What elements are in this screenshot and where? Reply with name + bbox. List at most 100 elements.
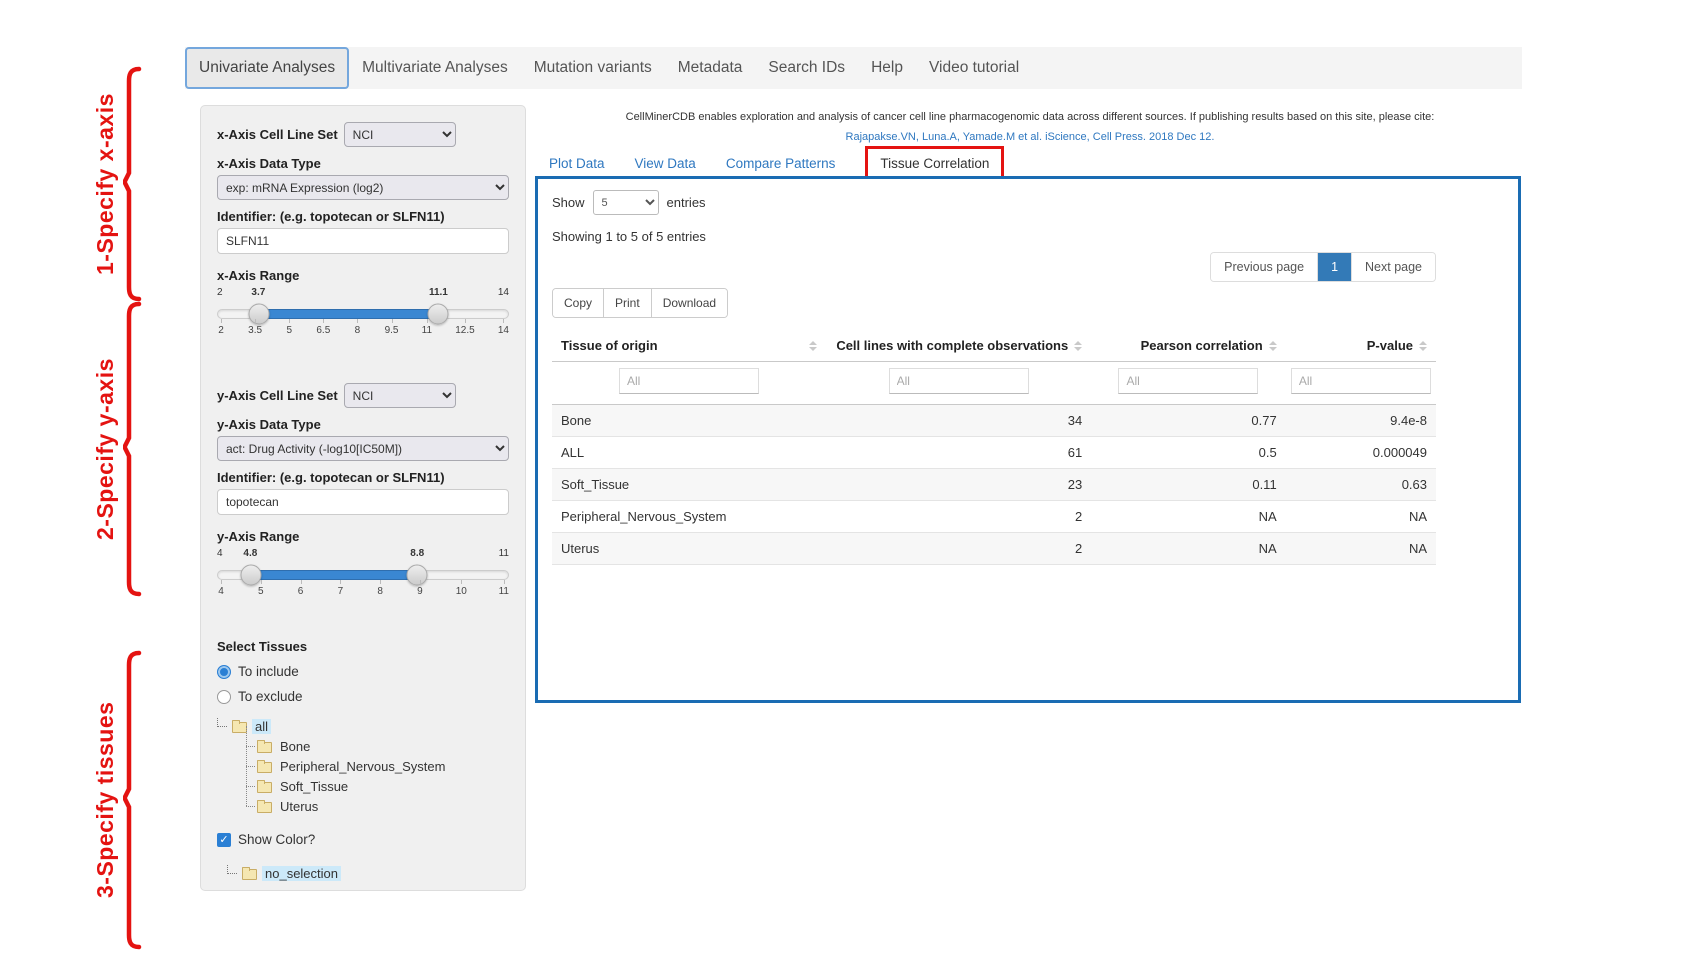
copy-button[interactable]: Copy xyxy=(553,289,604,317)
table-row[interactable]: Peripheral_Nervous_System2NANA xyxy=(552,501,1436,533)
to-include-label: To include xyxy=(238,664,299,679)
print-button[interactable]: Print xyxy=(604,289,652,317)
table-cell: 0.77 xyxy=(1091,405,1285,437)
column-header-p-value[interactable]: P-value xyxy=(1286,330,1436,362)
column-filter-input-pearson-correlation[interactable] xyxy=(1118,368,1258,394)
slider-track[interactable] xyxy=(217,309,509,319)
tree-node-no-selection[interactable]: no_selection xyxy=(227,863,509,883)
column-header-label: Tissue of origin xyxy=(561,338,658,353)
table-cell: Bone xyxy=(552,405,826,437)
tree-node-label: no_selection xyxy=(262,866,341,881)
column-header-pearson-correlation[interactable]: Pearson correlation xyxy=(1091,330,1285,362)
citation-link[interactable]: Rajapakse.VN, Luna.A, Yamade.M et al. iS… xyxy=(846,131,1215,143)
slider-tick: 11 xyxy=(499,586,509,597)
column-header-label: P-value xyxy=(1367,338,1413,353)
x-data-type-select[interactable]: exp: mRNA Expression (log2) xyxy=(217,175,509,200)
sort-icon[interactable] xyxy=(1419,341,1427,351)
nav-tab-video-tutorial[interactable]: Video tutorial xyxy=(916,47,1032,89)
y-identifier-input[interactable] xyxy=(217,489,509,515)
folder-icon xyxy=(232,722,247,733)
y-data-type-select[interactable]: act: Drug Activity (-log10[IC50M]) xyxy=(217,436,509,461)
table-row[interactable]: Uterus2NANA xyxy=(552,533,1436,565)
to-exclude-radio[interactable]: To exclude xyxy=(217,689,509,704)
subtab-compare-patterns[interactable]: Compare Patterns xyxy=(726,156,836,171)
table-cell: NA xyxy=(1286,501,1436,533)
table-cell: 0.11 xyxy=(1091,469,1285,501)
slider-handle-low[interactable] xyxy=(249,304,270,325)
annotation-step1: 1-Specify x-axis xyxy=(92,66,143,302)
slider-handle-high[interactable] xyxy=(427,304,448,325)
tree-node-all[interactable]: all xyxy=(217,716,509,736)
slider-tick: 8 xyxy=(376,586,384,597)
showing-entries-text: Showing 1 to 5 of 5 entries xyxy=(552,229,1436,244)
annotation-bracket xyxy=(123,650,143,950)
to-include-radio[interactable]: To include xyxy=(217,664,509,679)
y-data-type-label: y-Axis Data Type xyxy=(217,417,509,432)
folder-icon xyxy=(257,782,272,793)
column-header-tissue-of-origin[interactable]: Tissue of origin xyxy=(552,330,826,362)
slider-tick: 6.5 xyxy=(316,325,330,336)
nav-tab-multivariate-analyses[interactable]: Multivariate Analyses xyxy=(349,47,521,89)
previous-page-button[interactable]: Previous page xyxy=(1211,253,1318,281)
x-range-label: x-Axis Range xyxy=(217,268,509,283)
table-cell: 2 xyxy=(826,501,1091,533)
tree-node-bone[interactable]: Bone xyxy=(243,736,509,756)
show-color-label: Show Color? xyxy=(238,832,315,847)
tissue-correlation-table: Tissue of origin Cell lines with complete… xyxy=(552,330,1436,565)
table-cell: NA xyxy=(1091,501,1285,533)
subtab-plot-data[interactable]: Plot Data xyxy=(549,156,605,171)
slider-tick: 7 xyxy=(336,586,344,597)
table-row[interactable]: ALL610.50.000049 xyxy=(552,437,1436,469)
table-row[interactable]: Soft_Tissue230.110.63 xyxy=(552,469,1436,501)
tree-node-soft-tissue[interactable]: Soft_Tissue xyxy=(243,776,509,796)
y-cell-line-set-select[interactable]: NCI xyxy=(344,383,456,408)
y-cell-line-set-label: y-Axis Cell Line Set xyxy=(217,388,338,403)
table-cell: 34 xyxy=(826,405,1091,437)
sort-icon[interactable] xyxy=(1269,341,1277,351)
slider-handle-high[interactable] xyxy=(406,565,427,586)
nav-tab-help[interactable]: Help xyxy=(858,47,916,89)
sort-icon[interactable] xyxy=(1074,341,1082,351)
nav-tab-mutation-variants[interactable]: Mutation variants xyxy=(521,47,665,89)
x-range-slider[interactable]: 23.711.11423.556.589.51112.514 xyxy=(217,287,509,345)
nav-tab-search-ids[interactable]: Search IDs xyxy=(755,47,858,89)
download-button[interactable]: Download xyxy=(652,289,727,317)
tree-node-uterus[interactable]: Uterus xyxy=(243,796,509,816)
tree-node-peripheral-nervous-system[interactable]: Peripheral_Nervous_System xyxy=(243,756,509,776)
page-size-select[interactable]: 5 xyxy=(593,190,659,215)
sort-icon[interactable] xyxy=(809,341,817,351)
slider-value-labels: 23.711.114 xyxy=(217,287,509,301)
table-cell: NA xyxy=(1286,533,1436,565)
x-identifier-input[interactable] xyxy=(217,228,509,254)
slider-track[interactable] xyxy=(217,570,509,580)
annotation-step3: 3-Specify tissues xyxy=(92,650,143,950)
nav-tab-metadata[interactable]: Metadata xyxy=(665,47,756,89)
nav-tab-univariate-analyses[interactable]: Univariate Analyses xyxy=(185,47,349,89)
table-cell: 2 xyxy=(826,533,1091,565)
column-filter-input-tissue-of-origin[interactable] xyxy=(619,368,759,394)
slider-tick: 9 xyxy=(416,586,424,597)
page-1-button[interactable]: 1 xyxy=(1318,253,1352,281)
table-cell: Peripheral_Nervous_System xyxy=(552,501,826,533)
table-cell: 0.63 xyxy=(1286,469,1436,501)
citation-text: CellMinerCDB enables exploration and ana… xyxy=(540,108,1520,128)
x-cell-line-set-select[interactable]: NCI xyxy=(344,122,456,147)
filter-cell xyxy=(1091,362,1285,405)
slider-tick: 5 xyxy=(285,325,293,336)
folder-icon xyxy=(242,869,257,880)
show-color-checkbox[interactable]: ✓ Show Color? xyxy=(217,832,509,847)
table-row[interactable]: Bone340.779.4e-8 xyxy=(552,405,1436,437)
column-filter-input-p-value[interactable] xyxy=(1291,368,1431,394)
column-header-cell-lines-with-complete-observations[interactable]: Cell lines with complete observations xyxy=(826,330,1091,362)
slider-selected-range xyxy=(251,570,417,580)
next-page-button[interactable]: Next page xyxy=(1352,253,1435,281)
slider-label: 14 xyxy=(498,287,509,298)
table-cell: 23 xyxy=(826,469,1091,501)
slider-handle-low[interactable] xyxy=(241,565,262,586)
column-header-label: Cell lines with complete observations xyxy=(836,338,1068,353)
annotation-bracket xyxy=(123,301,143,597)
y-range-slider[interactable]: 44.88.8114567891011 xyxy=(217,548,509,606)
column-filter-input-cell-lines-with-complete-observations[interactable] xyxy=(889,368,1029,394)
tree-node-label: Soft_Tissue xyxy=(277,779,351,794)
subtab-view-data[interactable]: View Data xyxy=(635,156,696,171)
